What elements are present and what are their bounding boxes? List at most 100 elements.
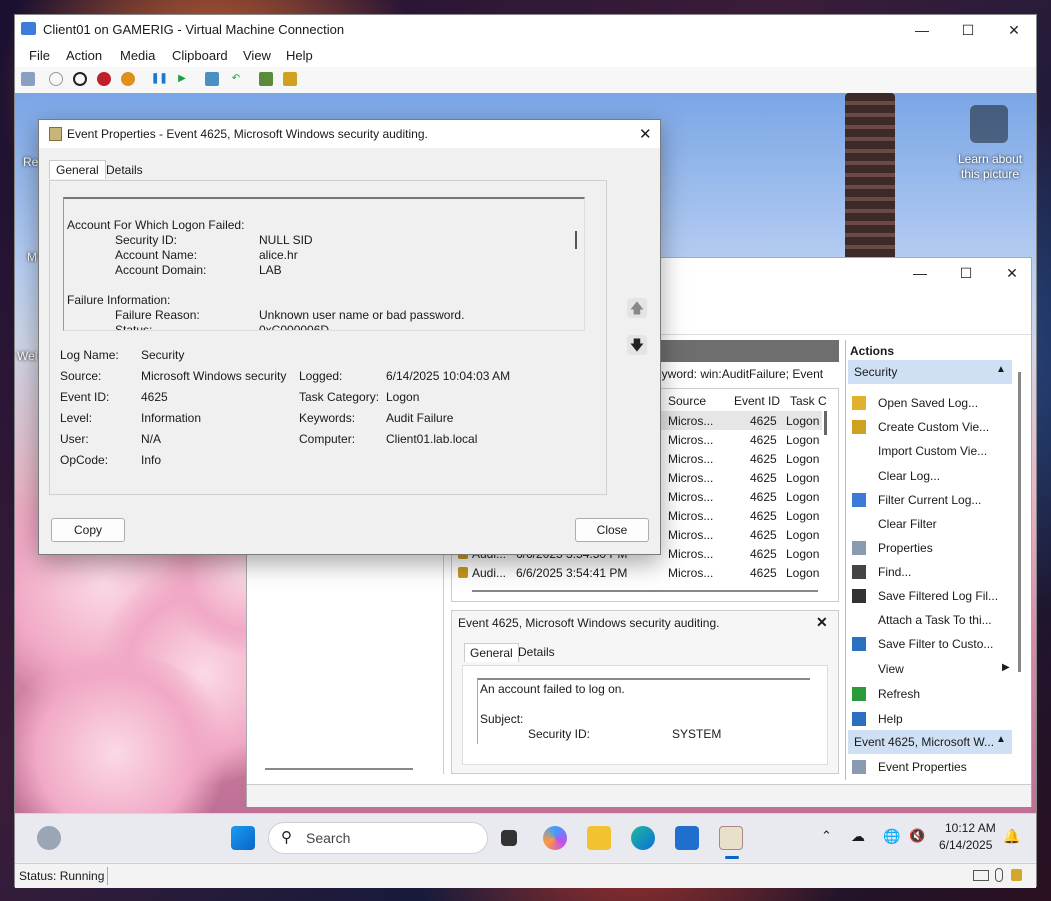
maximize-button[interactable]: ☐ (945, 15, 991, 45)
shutdown-icon[interactable] (97, 72, 111, 86)
desc-reason-label: Failure Reason: (115, 308, 200, 322)
action-label: Properties (878, 541, 933, 555)
tab-details[interactable]: Details (106, 163, 143, 177)
actions-section-event[interactable]: Event 4625, Microsoft W... ▲ (848, 730, 1012, 754)
action-label: Clear Log... (878, 469, 941, 483)
vm-app-icon (21, 22, 36, 35)
volume-icon[interactable]: 🔇 (909, 828, 925, 844)
description-scrollbar[interactable] (575, 231, 577, 249)
event-viewer-taskbar-icon[interactable] (719, 826, 743, 850)
clear-filter-icon (852, 517, 866, 531)
start-button[interactable] (231, 826, 255, 850)
lock-icon (1011, 869, 1022, 881)
onedrive-icon[interactable]: ☁ (851, 828, 865, 845)
tab-general[interactable]: General (49, 160, 106, 179)
previous-event-button[interactable]: 🡅 (627, 298, 647, 318)
file-explorer-icon[interactable] (587, 826, 611, 850)
row-event-id: 4625 (750, 528, 777, 542)
action-label: Attach a Task To thi... (878, 613, 992, 627)
ev-close-button[interactable]: ✕ (989, 258, 1035, 288)
col-source[interactable]: Source (668, 394, 706, 408)
start-icon[interactable] (49, 72, 63, 86)
opcode-label: OpCode: (60, 453, 109, 467)
desc-sid-value: NULL SID (259, 233, 313, 247)
taskbar-search[interactable]: ⚲ Search (268, 822, 488, 854)
row-source: Micros... (668, 414, 714, 428)
widgets-icon[interactable] (37, 826, 61, 850)
section-event-label: Event 4625, Microsoft W... (854, 735, 995, 749)
action-label: Filter Current Log... (878, 493, 982, 507)
edge-icon[interactable] (631, 826, 655, 850)
checkpoint-icon[interactable] (205, 72, 219, 86)
save-state-icon[interactable] (121, 72, 135, 86)
table-row[interactable]: Audi... 6/6/2025 3:54:41 PM Micros... 4625 L… (452, 563, 822, 582)
learn-about-picture-icon[interactable] (970, 105, 1008, 143)
copilot-icon[interactable] (543, 826, 567, 850)
vm-toolbar: ❚❚ ▶ ↶ (15, 67, 1036, 94)
menu-help[interactable]: Help (286, 48, 313, 63)
row-event-id: 4625 (750, 452, 777, 466)
menu-media[interactable]: Media (120, 48, 155, 63)
resume-icon[interactable]: ▶ (175, 72, 189, 86)
task-view-icon[interactable] (501, 830, 517, 846)
notification-bell-icon[interactable]: 🔔 (1003, 828, 1020, 845)
ev-list-hscroll[interactable] (472, 590, 818, 592)
desc-name-value: alice.hr (259, 248, 298, 262)
computer-label: Computer: (299, 432, 356, 446)
clear-log-icon (852, 469, 866, 483)
submenu-arrow-icon: ▶ (1002, 662, 1010, 673)
learn-about-label[interactable]: Learn about this picture (950, 152, 1030, 182)
preview-tab-general[interactable]: General (464, 643, 519, 662)
desktop-icon-edge[interactable]: M (27, 250, 37, 264)
desktop-icon-recycle[interactable]: Re (23, 155, 38, 169)
learn-label-line1: Learn about (957, 152, 1023, 166)
col-event-id[interactable]: Event ID (734, 394, 780, 408)
event-id-value: 4625 (141, 390, 168, 404)
ev-minimize-button[interactable]: — (897, 258, 943, 288)
store-icon[interactable] (675, 826, 699, 850)
clock-date[interactable]: 6/14/2025 (939, 838, 992, 852)
dialog-close-icon[interactable]: ✕ (639, 125, 652, 143)
close-dialog-button[interactable]: Close (575, 518, 649, 542)
preview-line1: An account failed to log on. (480, 682, 625, 696)
task-category-label: Task Category: (299, 390, 380, 404)
close-button[interactable]: ✕ (991, 15, 1037, 45)
minimize-button[interactable]: — (899, 15, 945, 45)
desktop-icon-welcome[interactable]: Wel (17, 349, 37, 363)
action-label: Save Filtered Log Fil... (878, 589, 999, 603)
preview-body: An account failed to log on. Subject: Se… (462, 665, 828, 765)
task-category-value: Logon (386, 390, 420, 404)
preview-line2: Subject: (480, 712, 524, 726)
actions-section-security[interactable]: Security ▲ (848, 360, 1012, 384)
event-id-label: Event ID: (60, 390, 110, 404)
share-icon[interactable] (283, 72, 297, 86)
preview-close-icon[interactable]: ✕ (816, 614, 828, 631)
pause-icon[interactable]: ❚❚ (151, 72, 168, 86)
desc-reason-value: Unknown user name or bad password. (259, 308, 465, 322)
ev-maximize-button[interactable]: ☐ (943, 258, 989, 288)
menu-view[interactable]: View (243, 48, 271, 63)
row-event-id: 4625 (750, 509, 777, 523)
network-icon[interactable]: 🌐 (883, 828, 900, 845)
copy-button[interactable]: Copy (51, 518, 125, 542)
preview-tab-details[interactable]: Details (518, 645, 555, 659)
menu-file[interactable]: File (29, 48, 50, 63)
menu-action[interactable]: Action (66, 48, 102, 63)
find-icon (852, 565, 866, 579)
col-task[interactable]: Task C (790, 394, 827, 408)
revert-icon[interactable]: ↶ (229, 72, 243, 86)
menu-clipboard[interactable]: Clipboard (172, 48, 228, 63)
enhanced-session-icon[interactable] (259, 72, 273, 86)
clock-time[interactable]: 10:12 AM (945, 821, 996, 835)
actions-scrollbar[interactable] (1018, 372, 1021, 672)
view-icon (852, 662, 866, 676)
ev-tree-scrollbar[interactable] (265, 768, 413, 770)
next-event-button[interactable]: 🡇 (627, 335, 647, 355)
row-event-id: 4625 (750, 490, 777, 504)
turn-off-icon[interactable] (73, 72, 87, 86)
ctrl-alt-del-icon[interactable] (21, 72, 35, 86)
desc-name-label: Account Name: (115, 248, 198, 262)
tray-chevron-icon[interactable]: ⌃ (821, 828, 832, 844)
ev-list-vscroll[interactable] (824, 411, 827, 435)
action-label: Clear Filter (878, 517, 937, 531)
